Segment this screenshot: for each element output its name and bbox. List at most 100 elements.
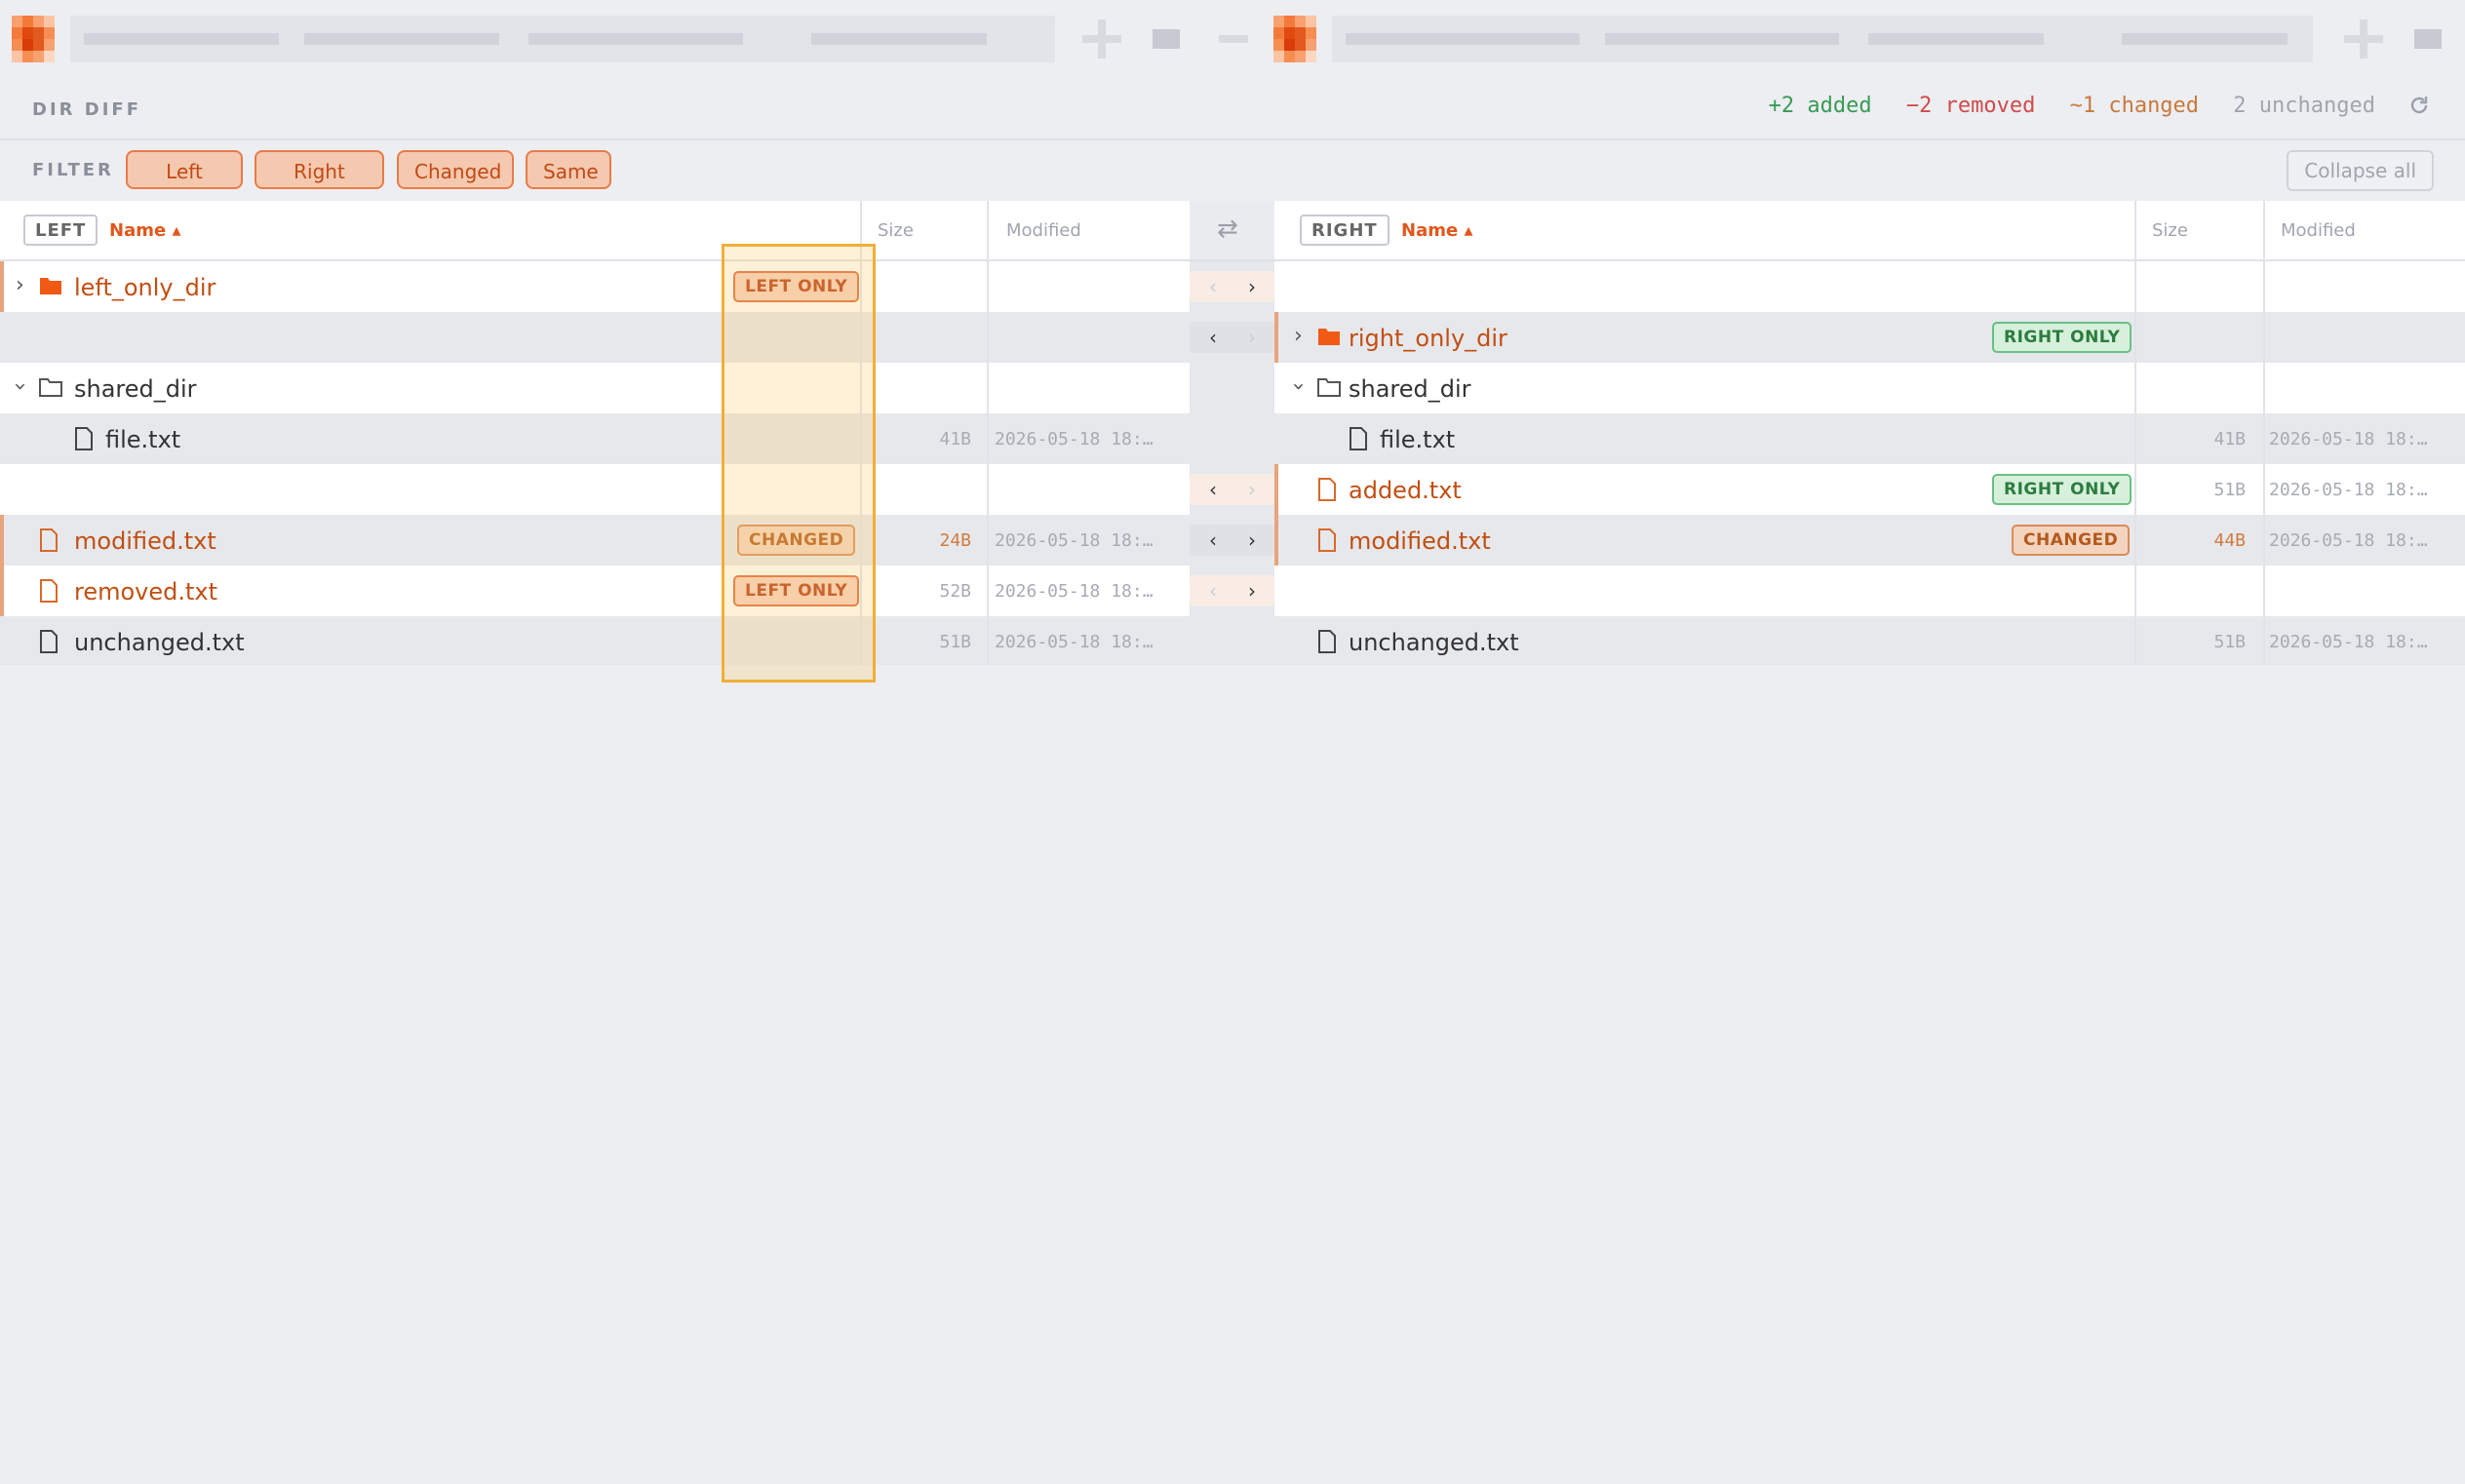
filter-label: FILTER xyxy=(32,160,114,180)
path-bar xyxy=(0,0,2465,74)
file-modified: 2026-05-18 18:… xyxy=(2269,480,2428,500)
file-icon xyxy=(1317,528,1337,556)
menu-icon-right[interactable] xyxy=(2410,20,2449,59)
file-name: unchanged.txt xyxy=(1349,629,1519,656)
right-modified-header[interactable]: Modified xyxy=(2281,220,2356,241)
file-modified: 2026-05-18 18:… xyxy=(995,632,1154,652)
copy-to-right-icon: › xyxy=(1248,326,1256,349)
table-row[interactable]: › right_only_dir RIGHT ONLY xyxy=(1274,312,2465,363)
table-row[interactable]: file.txt 41B 2026-05-18 18:… xyxy=(0,413,1190,464)
refresh-icon[interactable] xyxy=(2406,94,2432,119)
file-name: right_only_dir xyxy=(1349,325,1507,352)
right-pane-tag: RIGHT xyxy=(1300,215,1389,246)
unchanged-count: 2 unchanged xyxy=(2233,94,2375,118)
folder-icon xyxy=(1317,326,1341,351)
file-name: file.txt xyxy=(1380,426,1456,453)
app-logo-left xyxy=(12,16,55,62)
diff-stats: +2 added −2 removed ~1 changed 2 unchang… xyxy=(1747,94,2375,118)
badge-column-highlight xyxy=(722,244,876,683)
copy-to-left-icon: ‹ xyxy=(1209,579,1217,603)
file-name: left_only_dir xyxy=(74,274,216,301)
filter-chip-right-only[interactable]: Right only xyxy=(254,150,384,222)
table-row[interactable]: modified.txt CHANGED 44B 2026-05-18 18:… xyxy=(1274,515,2465,566)
file-modified: 2026-05-18 18:… xyxy=(995,429,1154,449)
diff-header: DIR DIFF +2 added −2 removed ~1 changed … xyxy=(0,74,2465,140)
column-divider[interactable] xyxy=(2263,201,2265,665)
left-name-sort-header[interactable]: Name ▴ xyxy=(109,220,180,241)
swap-icon[interactable]: ⇄ xyxy=(1217,215,1238,244)
status-badge: RIGHT ONLY xyxy=(1992,322,2132,353)
right-path-pane[interactable] xyxy=(1273,0,2465,74)
table-row[interactable]: removed.txt LEFT ONLY 52B 2026-05-18 18:… xyxy=(0,566,1190,616)
table-row[interactable]: added.txt RIGHT ONLY 51B 2026-05-18 18:… xyxy=(1274,464,2465,515)
file-name: shared_dir xyxy=(74,375,197,403)
table-row[interactable]: unchanged.txt 51B 2026-05-18 18:… xyxy=(0,616,1190,665)
file-name: modified.txt xyxy=(1349,527,1491,555)
copy-to-left-icon[interactable]: ‹ xyxy=(1193,525,1232,556)
chevron-right-icon[interactable]: › xyxy=(16,273,24,297)
file-icon xyxy=(1317,630,1337,657)
left-column-header: LEFT Name ▴ Size Modified xyxy=(0,201,1190,261)
filter-chip-left-only[interactable]: Left only xyxy=(126,150,243,222)
chevron-down-icon[interactable]: › xyxy=(1286,382,1311,391)
table-row[interactable]: unchanged.txt 51B 2026-05-18 18:… xyxy=(1274,616,2465,665)
file-icon xyxy=(39,579,59,606)
chevron-down-icon[interactable]: › xyxy=(8,382,32,391)
table-row[interactable]: file.txt 41B 2026-05-18 18:… xyxy=(1274,413,2465,464)
table-row xyxy=(1274,261,2465,312)
copy-to-right-icon[interactable]: › xyxy=(1232,525,1272,556)
file-modified: 2026-05-18 18:… xyxy=(995,581,1154,602)
right-name-sort-header[interactable]: Name ▴ xyxy=(1401,220,1472,241)
left-size-header[interactable]: Size xyxy=(878,220,914,241)
left-pane-tag: LEFT xyxy=(23,215,98,246)
minus-icon-left[interactable] xyxy=(1215,20,1254,59)
file-icon xyxy=(39,528,59,556)
file-size: 41B xyxy=(939,429,971,449)
file-size: 52B xyxy=(939,581,971,602)
file-name: shared_dir xyxy=(1349,375,1471,403)
copy-to-left-icon[interactable]: ‹ xyxy=(1193,322,1232,353)
file-icon xyxy=(1317,478,1337,505)
table-row[interactable]: › left_only_dir LEFT ONLY xyxy=(0,261,1190,312)
file-size: 51B xyxy=(2213,480,2246,500)
filter-chip-changed[interactable]: Changed xyxy=(397,150,514,189)
right-path-text[interactable] xyxy=(1332,16,2313,62)
file-icon xyxy=(39,630,59,657)
file-icon xyxy=(1349,427,1368,454)
left-pane: LEFT Name ▴ Size Modified › left_only_di… xyxy=(0,201,1190,665)
menu-icon-left[interactable] xyxy=(1149,20,1188,59)
add-icon-left[interactable] xyxy=(1082,20,1121,59)
folder-open-icon xyxy=(39,376,62,402)
column-divider[interactable] xyxy=(987,201,989,665)
table-row xyxy=(1274,566,2465,616)
left-modified-header[interactable]: Modified xyxy=(1006,220,1081,241)
table-row[interactable]: modified.txt CHANGED 24B 2026-05-18 18:… xyxy=(0,515,1190,566)
file-modified: 2026-05-18 18:… xyxy=(2269,632,2428,652)
copy-to-left-icon: ‹ xyxy=(1209,275,1217,298)
file-name: file.txt xyxy=(105,426,181,453)
collapse-all-button[interactable]: Collapse all xyxy=(2287,150,2434,191)
file-size: 51B xyxy=(939,632,971,652)
left-path-text[interactable] xyxy=(70,16,1055,62)
copy-to-left-icon[interactable]: ‹ xyxy=(1193,474,1232,505)
table-row[interactable]: › shared_dir xyxy=(1274,363,2465,413)
add-icon-right[interactable] xyxy=(2344,20,2383,59)
table-row xyxy=(0,312,1190,363)
right-size-header[interactable]: Size xyxy=(2152,220,2188,241)
copy-to-right-icon: › xyxy=(1248,478,1256,501)
chevron-right-icon[interactable]: › xyxy=(1294,324,1303,348)
file-name: modified.txt xyxy=(74,527,216,555)
right-column-header: RIGHT Name ▴ Size Modified xyxy=(1274,201,2465,261)
file-size: 44B xyxy=(2213,530,2246,551)
table-row xyxy=(0,464,1190,515)
filter-chip-same[interactable]: Same xyxy=(526,150,611,189)
status-badge: RIGHT ONLY xyxy=(1992,474,2132,505)
file-name: unchanged.txt xyxy=(74,629,245,656)
file-size: 41B xyxy=(2213,429,2246,449)
table-row[interactable]: › shared_dir xyxy=(0,363,1190,413)
copy-to-right-icon[interactable]: › xyxy=(1232,271,1272,302)
file-modified: 2026-05-18 18:… xyxy=(2269,530,2428,551)
column-divider[interactable] xyxy=(2134,201,2136,665)
copy-to-right-icon[interactable]: › xyxy=(1232,575,1272,606)
left-path-pane[interactable] xyxy=(0,0,1273,74)
